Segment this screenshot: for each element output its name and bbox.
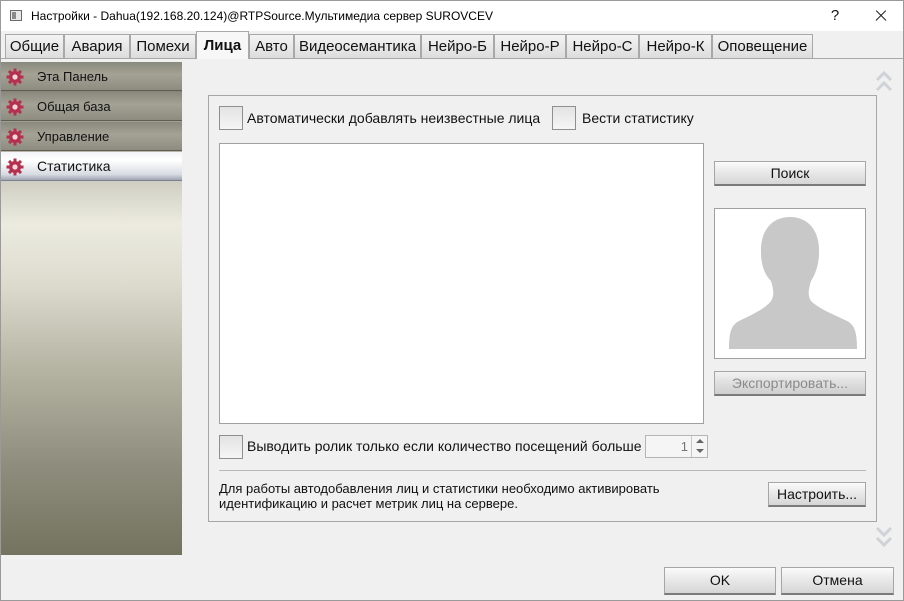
export-button[interactable]: Экспортировать... (714, 371, 866, 396)
visits-count-spinbox[interactable]: 1 (645, 435, 708, 458)
sidebar-item-label: Статистика (37, 158, 111, 174)
close-window-button[interactable] (867, 4, 895, 28)
app-window-icon (10, 10, 22, 21)
configure-button[interactable]: Настроить... (768, 482, 866, 507)
settings-window: Настройки - Dahua(192.168.20.124)@RTPSou… (0, 0, 904, 601)
scroll-down-icon[interactable] (875, 520, 893, 550)
help-button[interactable]: ? (823, 4, 847, 28)
tab-neuro-s[interactable]: Нейро-С (566, 34, 639, 59)
window-title: Настройки - Dahua(192.168.20.124)@RTPSou… (31, 9, 493, 23)
info-message: Для работы автодобавления лиц и статисти… (219, 481, 739, 511)
tab-faces[interactable]: Лица (196, 31, 249, 59)
tab-neuro-r[interactable]: Нейро-Р (494, 34, 566, 59)
gear-icon (6, 68, 24, 86)
tab-auto[interactable]: Авто (249, 34, 294, 59)
tab-general[interactable]: Общие (5, 34, 64, 59)
sidebar-item-this-panel[interactable]: Эта Панель (1, 62, 182, 91)
sidebar: Эта Панель Общая база Управление Статист… (1, 62, 182, 555)
info-line-1: Для работы автодобавления лиц и статисти… (219, 481, 660, 496)
spin-up-icon[interactable] (696, 439, 704, 443)
tab-alarm[interactable]: Авария (64, 34, 130, 59)
ok-button[interactable]: OK (664, 567, 776, 595)
clip-visits-label: Выводить ролик только если количество по… (247, 438, 642, 454)
visits-count-value: 1 (680, 439, 688, 454)
keep-statistics-checkbox[interactable] (552, 106, 576, 130)
face-photo-placeholder (714, 208, 866, 359)
gear-icon (6, 128, 24, 146)
sidebar-item-label: Эта Панель (37, 69, 108, 84)
person-silhouette-icon (729, 217, 857, 349)
tab-interference[interactable]: Помехи (130, 34, 196, 59)
keep-statistics-label: Вести статистику (582, 110, 694, 126)
sidebar-item-statistics[interactable]: Статистика (1, 152, 182, 181)
tab-notification[interactable]: Оповещение (712, 34, 813, 59)
sidebar-item-management[interactable]: Управление (1, 122, 182, 151)
cancel-button[interactable]: Отмена (781, 567, 894, 595)
tab-neuro-b[interactable]: Нейро-Б (421, 34, 494, 59)
gear-icon (6, 98, 24, 116)
auto-add-faces-checkbox[interactable] (219, 106, 243, 130)
title-bar: Настройки - Dahua(192.168.20.124)@RTPSou… (1, 1, 903, 31)
scroll-up-icon[interactable] (875, 68, 893, 98)
sidebar-item-common-base[interactable]: Общая база (1, 92, 182, 121)
gear-icon (6, 158, 24, 176)
sidebar-item-label: Управление (37, 129, 110, 144)
sidebar-item-label: Общая база (37, 99, 111, 114)
spin-down-icon[interactable] (696, 449, 704, 453)
spinbox-arrows[interactable] (691, 436, 707, 457)
tab-bar: Общие Авария Помехи Лица Авто Видеосеман… (1, 31, 903, 59)
info-line-2: идентификацию и расчет метрик лиц на сер… (219, 496, 518, 511)
search-button[interactable]: Поиск (714, 161, 866, 186)
divider (219, 470, 866, 471)
tab-video-semantics[interactable]: Видеосемантика (294, 34, 421, 59)
auto-add-faces-label: Автоматически добавлять неизвестные лица (247, 110, 541, 126)
tab-divider (1, 58, 903, 59)
clip-visits-checkbox[interactable] (219, 435, 243, 459)
faces-list[interactable] (219, 143, 704, 424)
tab-neuro-k[interactable]: Нейро-К (639, 34, 712, 59)
